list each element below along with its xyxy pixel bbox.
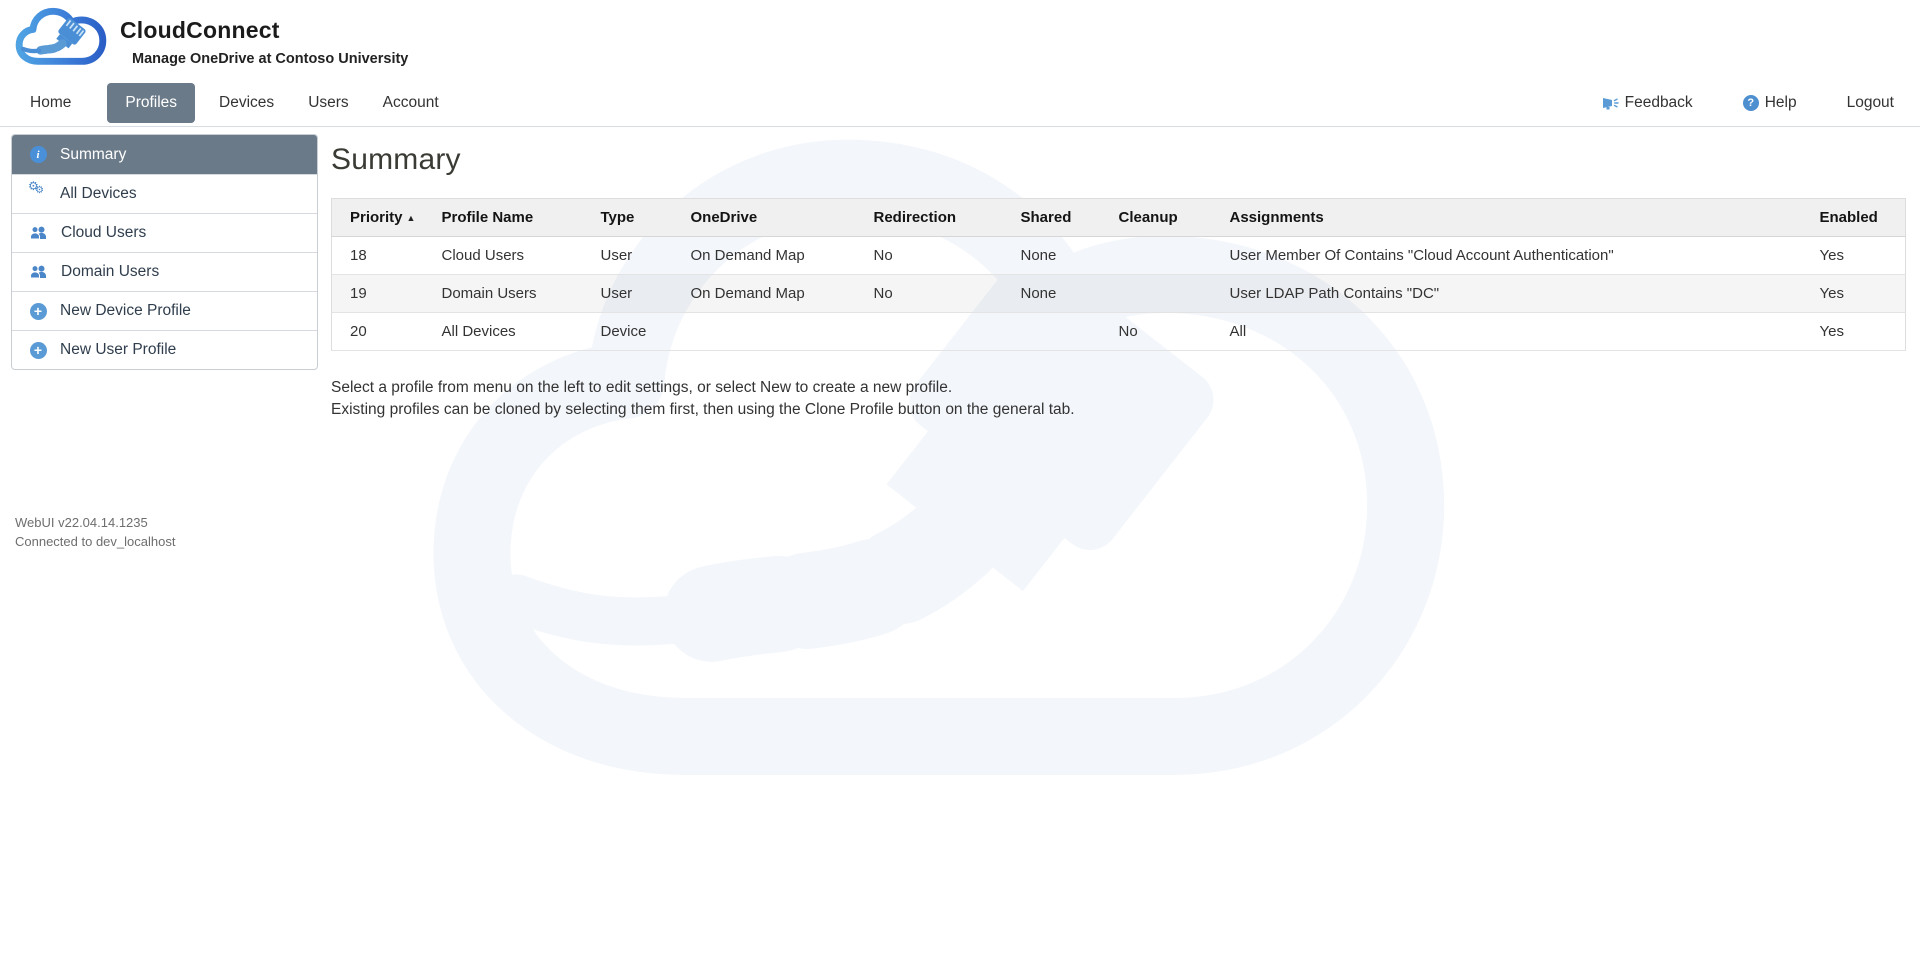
sidebar-item-label: New User Profile	[60, 341, 176, 359]
cell-priority: 19	[332, 275, 424, 313]
sidebar-item-new-user-profile[interactable]: + New User Profile	[12, 330, 317, 369]
nav-tab-home[interactable]: Home	[28, 88, 73, 118]
table-row[interactable]: 18 Cloud Users User On Demand Map No Non…	[332, 237, 1906, 275]
column-header-profile-name[interactable]: Profile Name	[424, 199, 583, 237]
cell-shared	[1003, 313, 1101, 351]
help-icon: ?	[1743, 95, 1759, 111]
cell-redirection: No	[856, 237, 1003, 275]
sidebar-item-label: Summary	[60, 146, 126, 164]
cell-cleanup	[1101, 275, 1212, 313]
nav-tab-account[interactable]: Account	[381, 88, 441, 118]
plus-circle-icon: +	[29, 342, 47, 359]
table-header-row: Priority▲ Profile Name Type OneDrive Red…	[332, 199, 1906, 237]
instructions-text: Select a profile from menu on the left t…	[331, 377, 1906, 421]
cell-cleanup: No	[1101, 313, 1212, 351]
webui-version: WebUI v22.04.14.1235	[15, 513, 175, 532]
cell-redirection	[856, 313, 1003, 351]
cell-profile-name: Domain Users	[424, 275, 583, 313]
cell-enabled: Yes	[1802, 237, 1906, 275]
instruction-line: Existing profiles can be cloned by selec…	[331, 399, 1906, 421]
column-header-type[interactable]: Type	[583, 199, 673, 237]
sidebar-item-label: Cloud Users	[61, 224, 146, 242]
megaphone-icon	[1603, 96, 1619, 110]
cell-profile-name: All Devices	[424, 313, 583, 351]
app-title: CloudConnect	[120, 17, 408, 44]
sidebar-item-all-devices[interactable]: ⚙⚙ All Devices	[12, 174, 317, 213]
column-header-priority[interactable]: Priority▲	[332, 199, 424, 237]
profiles-sidebar: i Summary ⚙⚙ All Devices Cloud Users Dom…	[11, 134, 318, 370]
sort-ascending-icon: ▲	[407, 213, 416, 223]
app-header: CloudConnect Manage OneDrive at Contoso …	[0, 0, 1920, 80]
cell-assignments: User LDAP Path Contains "DC"	[1212, 275, 1802, 313]
cell-priority: 18	[332, 237, 424, 275]
sidebar-item-label: All Devices	[60, 185, 137, 203]
cell-priority: 20	[332, 313, 424, 351]
logout-link[interactable]: Logout	[1845, 88, 1896, 118]
main-content: Summary Priority▲ Profile Name Type OneD…	[331, 143, 1906, 421]
cell-type: Device	[583, 313, 673, 351]
column-header-cleanup[interactable]: Cleanup	[1101, 199, 1212, 237]
plus-circle-icon: +	[29, 303, 47, 320]
users-icon	[29, 226, 48, 240]
help-label: Help	[1765, 94, 1797, 112]
table-row[interactable]: 20 All Devices Device No All Yes	[332, 313, 1906, 351]
cell-assignments: All	[1212, 313, 1802, 351]
brand-text: CloudConnect Manage OneDrive at Contoso …	[120, 17, 408, 67]
cell-shared: None	[1003, 237, 1101, 275]
cloud-plug-logo-icon[interactable]	[12, 7, 116, 76]
feedback-link[interactable]: Feedback	[1601, 88, 1695, 118]
cell-assignments: User Member Of Contains "Cloud Account A…	[1212, 237, 1802, 275]
column-header-enabled[interactable]: Enabled	[1802, 199, 1906, 237]
column-header-shared[interactable]: Shared	[1003, 199, 1101, 237]
sidebar-item-summary[interactable]: i Summary	[12, 135, 317, 174]
main-navbar: Home Profiles Devices Users Account Feed…	[0, 80, 1920, 127]
cell-onedrive: On Demand Map	[673, 237, 856, 275]
cell-enabled: Yes	[1802, 275, 1906, 313]
cell-enabled: Yes	[1802, 313, 1906, 351]
nav-tab-users[interactable]: Users	[306, 88, 350, 118]
cell-onedrive	[673, 313, 856, 351]
cell-redirection: No	[856, 275, 1003, 313]
column-header-onedrive[interactable]: OneDrive	[673, 199, 856, 237]
sidebar-item-label: New Device Profile	[60, 302, 191, 320]
sidebar-item-cloud-users[interactable]: Cloud Users	[12, 213, 317, 252]
cell-onedrive: On Demand Map	[673, 275, 856, 313]
sidebar-item-domain-users[interactable]: Domain Users	[12, 252, 317, 291]
info-icon: i	[29, 146, 47, 163]
cell-cleanup	[1101, 237, 1212, 275]
nav-tab-devices[interactable]: Devices	[217, 88, 276, 118]
cell-shared: None	[1003, 275, 1101, 313]
profiles-summary-table: Priority▲ Profile Name Type OneDrive Red…	[331, 198, 1906, 351]
feedback-label: Feedback	[1625, 94, 1693, 112]
page-title: Summary	[331, 143, 1906, 177]
users-icon	[29, 265, 48, 279]
app-tagline: Manage OneDrive at Contoso University	[132, 51, 408, 67]
table-row[interactable]: 19 Domain Users User On Demand Map No No…	[332, 275, 1906, 313]
connection-status: Connected to dev_localhost	[15, 532, 175, 551]
navbar-right-group: Feedback ? Help Logout	[1555, 88, 1896, 118]
cell-type: User	[583, 275, 673, 313]
column-header-redirection[interactable]: Redirection	[856, 199, 1003, 237]
column-header-assignments[interactable]: Assignments	[1212, 199, 1802, 237]
sidebar-item-new-device-profile[interactable]: + New Device Profile	[12, 291, 317, 330]
webui-footnote: WebUI v22.04.14.1235 Connected to dev_lo…	[15, 513, 175, 551]
cell-type: User	[583, 237, 673, 275]
instruction-line: Select a profile from menu on the left t…	[331, 377, 1906, 399]
cell-profile-name: Cloud Users	[424, 237, 583, 275]
nav-tab-profiles-active[interactable]: Profiles	[107, 83, 195, 123]
sidebar-item-label: Domain Users	[61, 263, 159, 281]
gears-icon: ⚙⚙	[29, 185, 47, 203]
help-link[interactable]: ? Help	[1741, 88, 1799, 118]
